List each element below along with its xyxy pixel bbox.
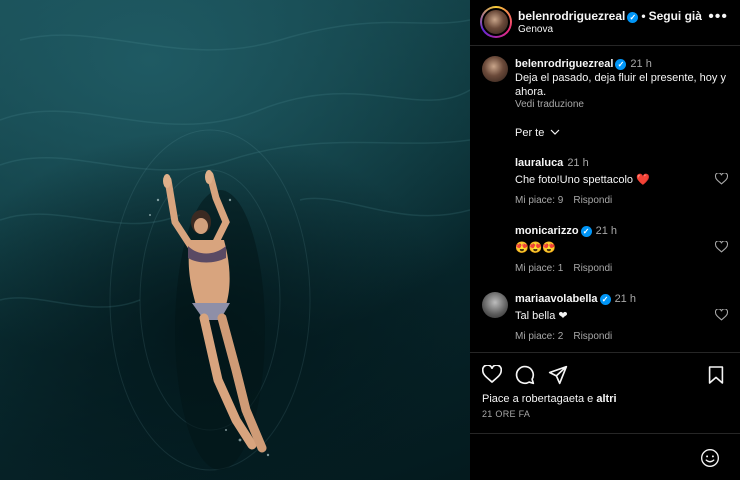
heart-icon[interactable] [482, 365, 502, 384]
verified-badge-icon: ✓ [615, 59, 627, 70]
heart-icon[interactable] [715, 173, 728, 185]
comment-username[interactable]: lauraluca [515, 157, 563, 169]
author-username[interactable]: belenrodriguezreal [518, 9, 625, 23]
post-timestamp: 21 ORE FA [482, 409, 531, 419]
comment-meta: Mi piace: 9 Rispondi [515, 195, 622, 206]
comment-time: 21 h [614, 293, 636, 305]
post-location[interactable]: Genova [518, 24, 553, 35]
reply-button[interactable]: Rispondi [573, 263, 612, 274]
comment-meta: Mi piace: 2 Rispondi [515, 331, 622, 342]
caption-author-avatar[interactable] [482, 56, 508, 82]
comment-time: 21 h [567, 157, 589, 169]
comment-icon[interactable] [515, 365, 535, 385]
post-action-bar: Piace a robertagaeta e altri 21 ORE FA [470, 352, 740, 480]
bookmark-icon[interactable] [708, 365, 724, 385]
author-line: belenrodriguezreal ✓ • Segui già [518, 9, 702, 23]
caption-time: 21 h [630, 58, 652, 70]
follow-button[interactable]: Segui già [649, 9, 702, 23]
commenter-avatar[interactable] [482, 292, 508, 318]
separator-dot: • [641, 9, 646, 23]
comment-likes[interactable]: Mi piace: 2 [515, 331, 563, 342]
comment-meta: Mi piace: 1 Rispondi [515, 263, 622, 274]
see-translation-link[interactable]: Vedi traduzione [515, 99, 584, 110]
comment-header: lauraluca 21 h [515, 157, 589, 169]
comment-time: 21 h [595, 225, 617, 237]
comment-likes[interactable]: Mi piace: 1 [515, 263, 563, 274]
more-horizontal-icon[interactable]: ••• [708, 8, 728, 26]
add-comment-bar [470, 433, 740, 480]
comment-text: Che foto!Uno spettacolo ❤️ [515, 174, 650, 186]
comment-username[interactable]: mariaavolabella [515, 293, 598, 305]
comment-username[interactable]: monicarizzo [515, 225, 579, 237]
send-icon[interactable] [548, 365, 568, 385]
comment-sort-dropdown[interactable]: Per te [515, 127, 560, 139]
author-avatar[interactable] [480, 6, 512, 38]
likes-summary[interactable]: Piace a robertagaeta e altri [482, 393, 617, 405]
verified-badge-icon: ✓ [627, 12, 639, 23]
emoji-icon[interactable] [700, 448, 720, 468]
comment-header: mariaavolabella ✓ 21 h [515, 293, 636, 305]
heart-icon[interactable] [715, 309, 728, 321]
comment-header: monicarizzo ✓ 21 h [515, 225, 617, 237]
caption-text: Deja el pasado, deja fluir el presente, … [515, 72, 726, 98]
verified-badge-icon: ✓ [580, 226, 592, 237]
post-header: belenrodriguezreal ✓ • Segui già Genova ••• [470, 0, 740, 46]
post-side-panel: belenrodriguezreal ✓ • Segui già Genova •••… [470, 0, 740, 480]
reply-button[interactable]: Rispondi [573, 195, 612, 206]
reply-button[interactable]: Rispondi [573, 331, 612, 342]
chevron-down-icon [550, 129, 560, 135]
comment-likes[interactable]: Mi piace: 9 [515, 195, 563, 206]
swimmer-illustration [0, 19, 470, 471]
comment-text: Tal bella ❤ [515, 310, 568, 322]
caption-username[interactable]: belenrodriguezreal [515, 58, 613, 70]
post-photo[interactable] [0, 0, 470, 480]
likes-prefix: Piace a robertagaeta e [482, 393, 597, 405]
verified-badge-icon: ✓ [599, 294, 611, 305]
caption-header: belenrodriguezreal ✓ 21 h [515, 58, 652, 70]
likes-others-link[interactable]: altri [596, 393, 616, 405]
heart-icon[interactable] [715, 241, 728, 253]
sort-label: Per te [515, 127, 545, 139]
comment-text: 😍😍😍 [515, 242, 557, 254]
